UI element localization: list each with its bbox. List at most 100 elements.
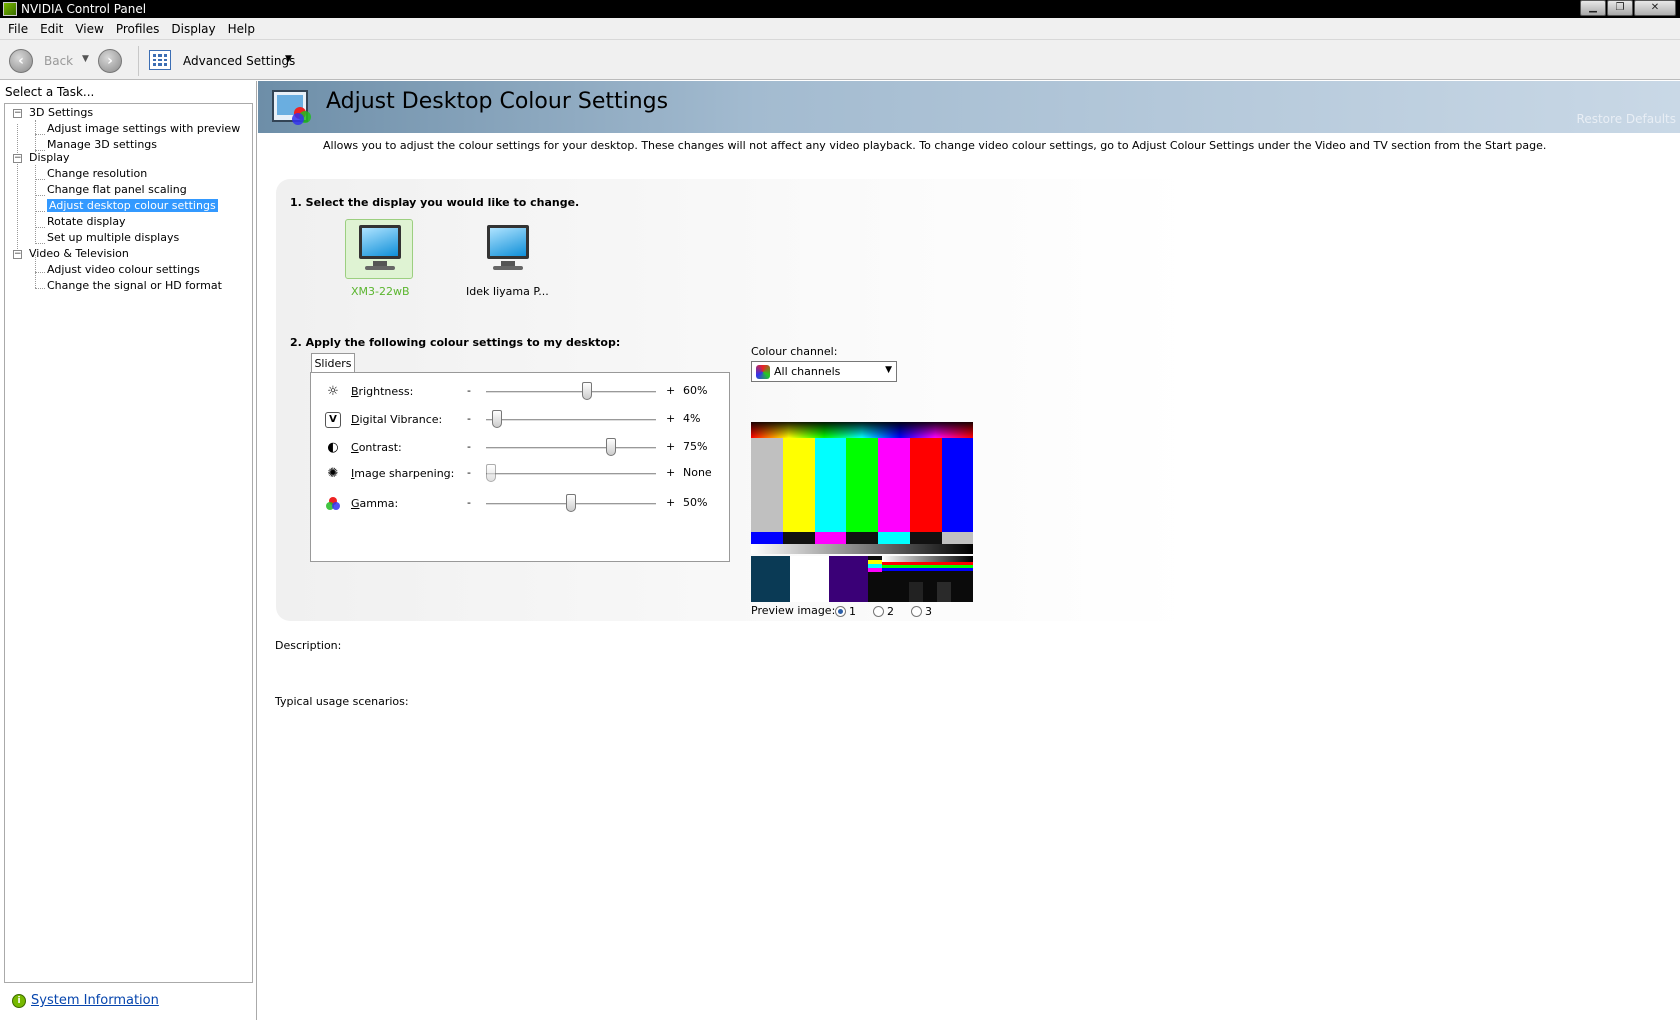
description-label: Description: — [275, 639, 342, 652]
step1-heading: 1. Select the display you would like to … — [290, 196, 580, 209]
vibrance-decrease[interactable]: - — [467, 412, 471, 425]
display-label: XM3-22wB — [351, 285, 410, 298]
page-title: Adjust Desktop Colour Settings — [326, 89, 669, 114]
tree-item-adjust-image-settings[interactable]: Adjust image settings with preview — [47, 122, 240, 135]
preview-option-3[interactable]: 3 — [911, 605, 932, 618]
rgb-channels-icon — [756, 365, 770, 379]
menu-view[interactable]: View — [71, 22, 107, 36]
sharpen-icon: ✺ — [327, 466, 339, 481]
view-mode-button[interactable]: Advanced Settings — [183, 54, 295, 68]
preview-option-2[interactable]: 2 — [873, 605, 894, 618]
menu-edit[interactable]: Edit — [36, 22, 67, 36]
vibrance-value: 4% — [683, 412, 701, 425]
sharpening-slider-thumb[interactable] — [486, 464, 496, 482]
sliders-group: ☼ Brightness: - + 60% V Digital Vibrance… — [310, 372, 730, 562]
sharpening-decrease[interactable]: - — [467, 466, 471, 479]
menu-display[interactable]: Display — [167, 22, 219, 36]
monitor-icon — [359, 225, 401, 259]
desktop-colour-page-icon — [272, 90, 311, 125]
gamma-slider-row: Gamma: - + 50% — [311, 493, 731, 515]
display-option-xm3-22wb[interactable]: XM3-22wB — [345, 219, 413, 301]
forward-arrow-icon[interactable]: › — [98, 49, 122, 73]
sun-icon: ☼ — [327, 384, 339, 399]
gamma-increase[interactable]: + — [666, 496, 675, 509]
toolbar-separator — [138, 46, 139, 76]
collapse-3d-settings-icon[interactable]: − — [13, 109, 22, 118]
preview-image-label: Preview image: — [751, 604, 836, 617]
tab-sliders[interactable]: Sliders — [311, 353, 355, 373]
gamma-icon — [325, 496, 341, 512]
sharpening-increase[interactable]: + — [666, 466, 675, 479]
vibrance-slider-thumb[interactable] — [492, 410, 503, 428]
tree-item-change-flat-panel-scaling[interactable]: Change flat panel scaling — [47, 183, 187, 196]
restore-defaults-link[interactable]: Restore Defaults — [1577, 112, 1676, 126]
tree-item-change-resolution[interactable]: Change resolution — [47, 167, 147, 180]
menu-bar: File Edit View Profiles Display Help — [0, 18, 1680, 40]
menu-help[interactable]: Help — [224, 22, 259, 36]
brightness-slider-thumb[interactable] — [582, 382, 592, 400]
back-arrow-icon[interactable]: ‹ — [9, 49, 33, 73]
task-pane: Select a Task... − 3D Settings Adjust im… — [0, 81, 257, 1020]
tree-item-adjust-video-colour[interactable]: Adjust video colour settings — [47, 263, 200, 276]
system-information-icon: i — [12, 993, 26, 1008]
brightness-increase[interactable]: + — [666, 384, 675, 397]
vibrance-increase[interactable]: + — [666, 412, 675, 425]
contrast-slider-track[interactable] — [486, 447, 656, 450]
back-button[interactable]: Back — [44, 54, 73, 68]
tree-item-manage-3d-settings[interactable]: Manage 3D settings — [47, 138, 157, 151]
colour-bars-preview-image — [751, 422, 973, 602]
colour-channel-label: Colour channel: — [751, 345, 838, 358]
title-bar: NVIDIA Control Panel ▁ ❐ ✕ — [0, 0, 1680, 18]
close-button[interactable]: ✕ — [1634, 0, 1676, 16]
colour-channel-select[interactable]: All channels ▼ — [751, 361, 897, 382]
system-information-link[interactable]: System Information — [31, 993, 159, 1008]
menu-file[interactable]: File — [4, 22, 32, 36]
vibrance-slider-track[interactable] — [486, 419, 656, 422]
preview-option-1[interactable]: 1 — [835, 605, 856, 618]
advanced-settings-icon[interactable] — [149, 50, 171, 70]
gamma-decrease[interactable]: - — [467, 496, 471, 509]
tree-item-adjust-desktop-colour[interactable]: Adjust desktop colour settings — [47, 199, 218, 212]
minimize-button[interactable]: ▁ — [1580, 0, 1606, 16]
toolbar: ‹ Back ▼ › Advanced Settings ▼ — [0, 40, 1680, 80]
page-intro-text: Allows you to adjust the colour settings… — [323, 139, 1547, 152]
tree-item-set-up-multiple-displays[interactable]: Set up multiple displays — [47, 231, 179, 244]
digital-vibrance-slider-row: V Digital Vibrance: - + 4% — [311, 409, 731, 431]
sharpening-value: None — [683, 466, 712, 479]
contrast-decrease[interactable]: - — [467, 440, 471, 453]
step2-heading: 2. Apply the following colour settings t… — [290, 336, 621, 349]
contrast-value: 75% — [683, 440, 708, 453]
radio-selected-icon — [835, 606, 846, 617]
back-history-dropdown-icon[interactable]: ▼ — [82, 54, 89, 64]
maximize-button[interactable]: ❐ — [1607, 0, 1633, 16]
monitor-icon — [487, 225, 529, 259]
brightness-slider-row: ☼ Brightness: - + 60% — [311, 381, 731, 403]
brightness-slider-track[interactable] — [486, 391, 656, 394]
tree-category-video-television[interactable]: Video & Television — [29, 247, 129, 260]
task-pane-header: Select a Task... — [5, 85, 95, 99]
menu-profiles[interactable]: Profiles — [112, 22, 164, 36]
tree-item-rotate-display[interactable]: Rotate display — [47, 215, 126, 228]
task-tree: − 3D Settings Adjust image settings with… — [4, 103, 253, 983]
sharpening-slider-track[interactable] — [486, 473, 656, 476]
chevron-down-icon: ▼ — [885, 365, 892, 375]
radio-icon — [911, 606, 922, 617]
collapse-display-icon[interactable]: − — [13, 154, 22, 163]
page-header: Adjust Desktop Colour Settings Restore D… — [258, 81, 1680, 133]
window-title: NVIDIA Control Panel — [21, 2, 147, 16]
display-option-idek-iiyama[interactable]: Idek Iiyama P... — [466, 219, 549, 301]
display-label: Idek Iiyama P... — [466, 285, 549, 298]
contrast-increase[interactable]: + — [666, 440, 675, 453]
vibrance-icon: V — [325, 412, 341, 428]
tree-item-change-signal-hd-format[interactable]: Change the signal or HD format — [47, 279, 222, 292]
radio-icon — [873, 606, 884, 617]
brightness-value: 60% — [683, 384, 708, 397]
tree-category-display[interactable]: Display — [29, 151, 70, 164]
tree-category-3d-settings[interactable]: 3D Settings — [29, 106, 93, 119]
view-mode-dropdown-icon[interactable]: ▼ — [285, 54, 292, 64]
gamma-slider-thumb[interactable] — [566, 494, 576, 512]
nvidia-app-icon — [3, 2, 17, 16]
brightness-decrease[interactable]: - — [467, 384, 471, 397]
collapse-video-television-icon[interactable]: − — [13, 250, 22, 259]
contrast-slider-thumb[interactable] — [606, 438, 616, 456]
